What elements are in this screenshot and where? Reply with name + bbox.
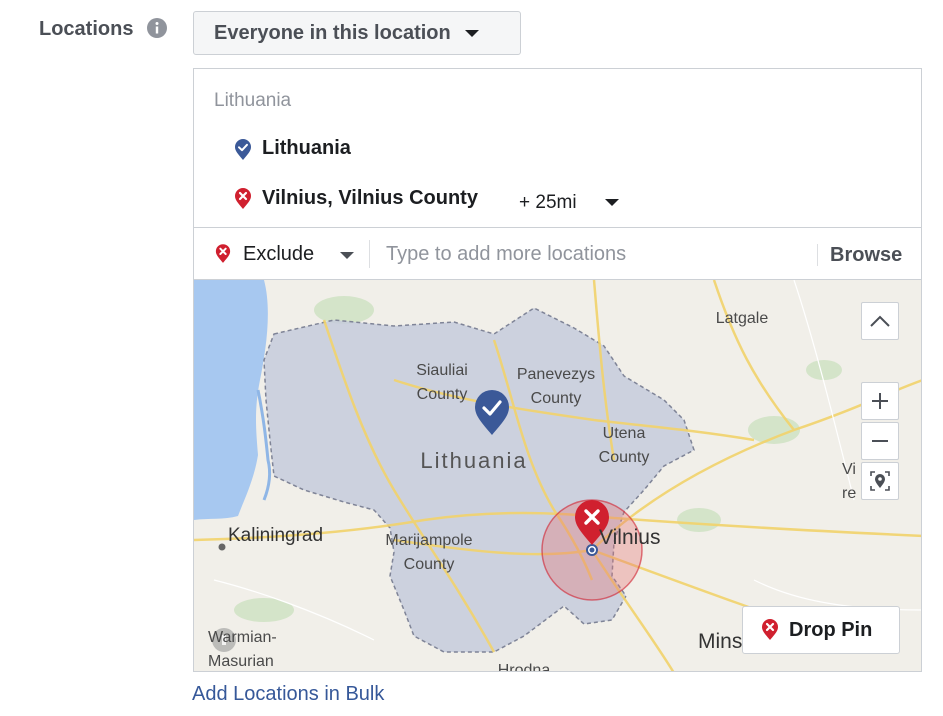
minus-icon: [872, 440, 888, 442]
map-label-vilnius: Vilnius: [599, 526, 661, 549]
divider: [369, 240, 370, 268]
audience-dropdown-label: Everyone in this location: [214, 21, 451, 44]
drop-pin-label: Drop Pin: [789, 618, 873, 641]
map[interactable]: Latgale Siauliai County Panevezys County…: [193, 279, 922, 672]
include-exclude-dropdown[interactable]: Exclude: [243, 243, 314, 266]
exclude-mode-pin-icon: [215, 244, 231, 264]
zoom-out-button[interactable]: [861, 422, 899, 460]
plus-icon: [872, 393, 888, 409]
map-collapse-button[interactable]: [861, 302, 899, 340]
chevron-up-icon: [870, 315, 890, 327]
browse-button[interactable]: Browse: [830, 244, 902, 267]
caret-down-icon[interactable]: [340, 252, 354, 259]
include-pin-icon: [234, 139, 252, 161]
map-label-latgale: Latgale: [715, 310, 769, 327]
radius-caret-icon[interactable]: [605, 199, 619, 206]
caret-down-icon: [464, 29, 479, 37]
map-label-panevezys: Panevezys County: [516, 366, 596, 407]
zoom-in-button[interactable]: [861, 382, 899, 420]
map-label-hrodna: Hrodna: [497, 662, 551, 672]
locations-label: Locations: [39, 18, 134, 40]
map-label-warmian: Warmian- Masurian: [208, 629, 277, 670]
locate-icon: [870, 471, 890, 491]
exclude-pin-icon: [234, 188, 252, 210]
drop-pin-button[interactable]: Drop Pin: [742, 606, 900, 654]
selected-location-lithuania: Lithuania: [262, 137, 351, 159]
location-search-input[interactable]: [386, 239, 806, 269]
map-label-utena: Utena County: [598, 425, 650, 466]
map-label-marijampole: Marijampole County: [385, 532, 473, 573]
audience-dropdown[interactable]: Everyone in this location: [193, 11, 521, 55]
map-label-siauliai: Siauliai County: [416, 362, 468, 403]
map-label-lithuania: Lithuania: [420, 448, 528, 473]
add-locations-in-bulk-link[interactable]: Add Locations in Bulk: [192, 683, 384, 706]
country-heading: Lithuania: [214, 90, 292, 111]
selected-location-vilnius: Vilnius, Vilnius County: [262, 187, 478, 209]
recenter-button[interactable]: [861, 462, 899, 500]
map-label-kaliningrad: Kaliningrad: [228, 525, 324, 546]
divider: [817, 244, 818, 266]
info-icon[interactable]: [147, 18, 167, 38]
radius-value[interactable]: + 25mi: [519, 192, 577, 214]
drop-pin-icon: [762, 619, 778, 640]
